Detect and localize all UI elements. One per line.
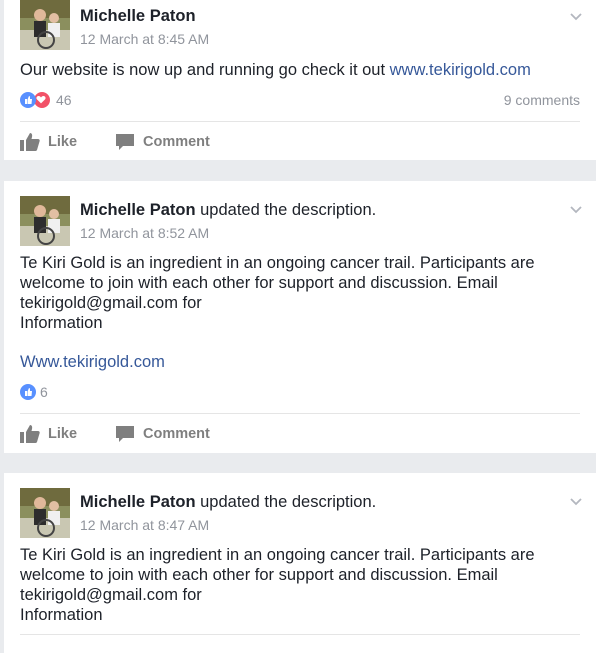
- author-name[interactable]: Michelle Paton: [80, 201, 196, 219]
- reactions-summary[interactable]: 6: [20, 384, 48, 400]
- chevron-down-icon[interactable]: [568, 202, 584, 218]
- reaction-count: 46: [56, 92, 72, 108]
- avatar[interactable]: [20, 488, 70, 538]
- profile-photo-icon: [20, 0, 70, 50]
- chevron-down-icon[interactable]: [568, 494, 584, 510]
- author-name[interactable]: Michelle Paton: [80, 7, 196, 25]
- website-link[interactable]: www.tekirigold.com: [390, 61, 531, 79]
- text-line: tekirigold@gmail.com for: [20, 586, 202, 604]
- reactions-summary[interactable]: 46: [20, 91, 72, 109]
- comment-button[interactable]: Comment: [115, 133, 210, 151]
- post-timestamp[interactable]: 12 March at 8:52 AM: [80, 225, 209, 241]
- comment-label: Comment: [143, 426, 210, 442]
- like-reaction-icon: [20, 92, 36, 108]
- post-card-1: Michelle Paton 12 March at 8:45 AM Our w…: [4, 0, 596, 160]
- post-header: Michelle Paton updated the description.: [80, 493, 376, 512]
- author-name[interactable]: Michelle Paton: [80, 493, 196, 511]
- chevron-down-icon[interactable]: [568, 9, 584, 25]
- text-line: welcome to join with each other for supp…: [20, 274, 498, 292]
- post-action: updated the description.: [195, 201, 377, 219]
- comments-count[interactable]: 9 comments: [504, 92, 580, 108]
- comment-button[interactable]: Comment: [115, 425, 210, 443]
- text-line: Information: [20, 606, 103, 624]
- post-text: Te Kiri Gold is an ingredient in an ongo…: [20, 253, 580, 333]
- divider: [20, 413, 580, 414]
- text-line: tekirigold@gmail.com for: [20, 294, 202, 312]
- post-action: updated the description.: [195, 493, 377, 511]
- text-line: Te Kiri Gold is an ingredient in an ongo…: [20, 546, 535, 564]
- like-button[interactable]: Like: [20, 425, 77, 443]
- like-label: Like: [48, 134, 78, 150]
- profile-photo-icon: [20, 196, 70, 246]
- reaction-count: 6: [40, 384, 48, 400]
- post-text: Our website is now up and running go che…: [20, 60, 580, 80]
- comment-bubble-icon: [116, 426, 134, 442]
- post-timestamp[interactable]: 12 March at 8:45 AM: [80, 31, 209, 47]
- avatar[interactable]: [20, 196, 70, 246]
- post-card-3: Michelle Paton updated the description. …: [4, 473, 596, 653]
- divider: [20, 121, 580, 122]
- text-line: Te Kiri Gold is an ingredient in an ongo…: [20, 254, 535, 272]
- text-line: welcome to join with each other for supp…: [20, 566, 498, 584]
- thumbs-up-icon: [20, 133, 40, 151]
- post-text: Te Kiri Gold is an ingredient in an ongo…: [20, 545, 580, 625]
- thumbs-up-icon: [20, 425, 40, 443]
- post-timestamp[interactable]: 12 March at 8:47 AM: [80, 517, 209, 533]
- comment-bubble-icon: [116, 134, 134, 150]
- post-header: Michelle Paton: [80, 7, 196, 26]
- avatar[interactable]: [20, 0, 70, 50]
- like-button[interactable]: Like: [20, 133, 77, 151]
- profile-photo-icon: [20, 488, 70, 538]
- comment-label: Comment: [143, 134, 210, 150]
- like-reaction-icon: [20, 384, 36, 400]
- post-text-content: Our website is now up and running go che…: [20, 61, 390, 79]
- post-header: Michelle Paton updated the description.: [80, 201, 376, 220]
- website-link[interactable]: Www.tekirigold.com: [20, 352, 580, 372]
- divider: [20, 634, 580, 635]
- post-card-2: Michelle Paton updated the description. …: [4, 181, 596, 453]
- like-label: Like: [48, 426, 78, 442]
- text-line: Information: [20, 314, 103, 332]
